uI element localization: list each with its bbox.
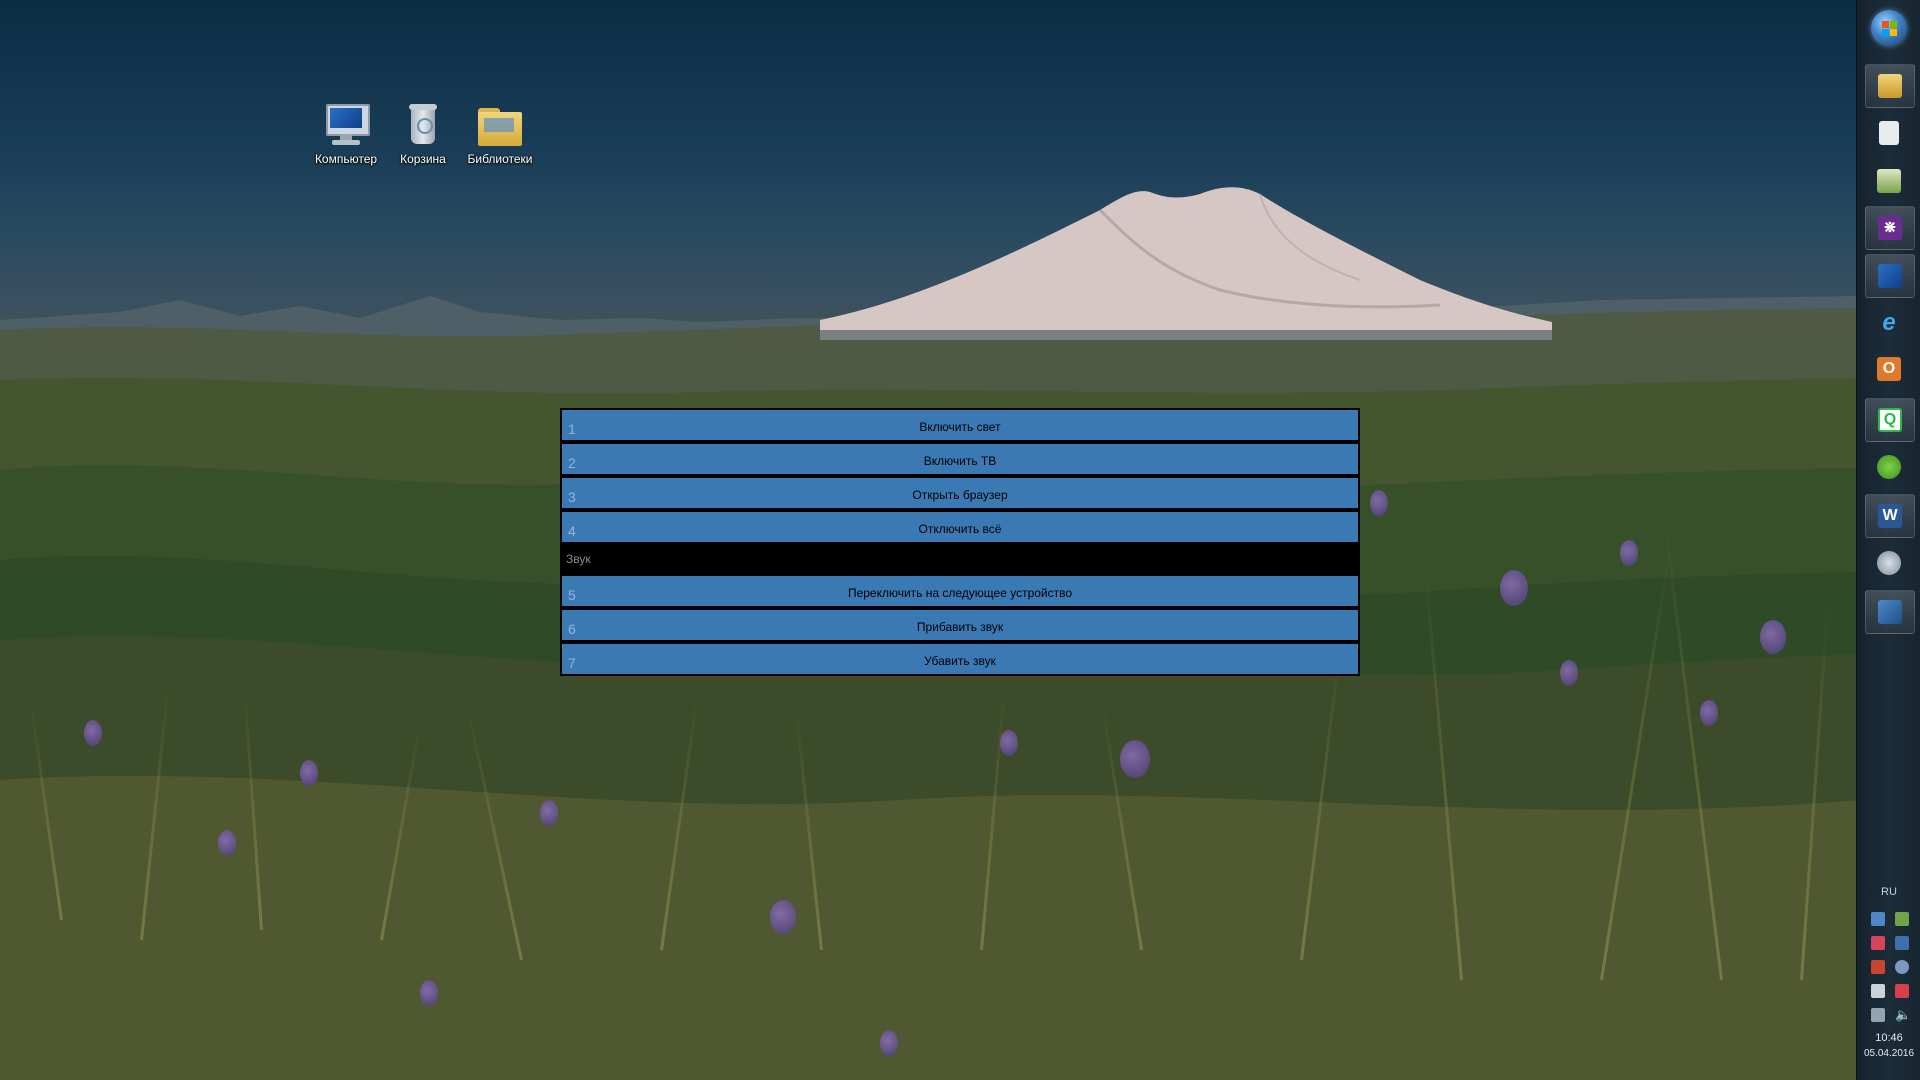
mountain-image <box>820 187 1552 340</box>
menu-item-tv-on[interactable]: 2 Включить ТВ <box>562 444 1358 474</box>
menu-item-number: 7 <box>568 655 576 671</box>
word-icon: W <box>1878 504 1902 528</box>
taskbar-item-qip[interactable]: Q <box>1865 398 1915 442</box>
taskbar-item-word[interactable]: W <box>1865 494 1915 538</box>
menu-item-label: Отключить всё <box>918 522 1002 536</box>
network-tray-icon[interactable] <box>1871 912 1885 926</box>
menu-item-number: 6 <box>568 621 576 637</box>
menu-item-label: Включить ТВ <box>923 454 997 468</box>
windows-start-icon <box>1871 10 1907 46</box>
menu-item-label: Прибавить звук <box>916 620 1004 634</box>
security-tray-icon[interactable] <box>1895 936 1909 950</box>
menu-item-turn-off-all[interactable]: 4 Отключить всё <box>562 512 1358 542</box>
visual-studio-icon: ⋇ <box>1878 216 1902 240</box>
tool-tray-icon[interactable] <box>1871 960 1885 974</box>
menu-item-number: 4 <box>568 523 576 539</box>
outlook-icon: O <box>1877 357 1901 381</box>
remote-desktop-icon <box>1878 264 1902 288</box>
taskbar-item-remote-desktop[interactable] <box>1865 254 1915 298</box>
action-center-flag-icon[interactable] <box>1871 984 1885 998</box>
network-connection-icon[interactable] <box>1871 1008 1885 1022</box>
menu-item-volume-up[interactable]: 6 Прибавить звук <box>562 610 1358 640</box>
clock-time[interactable]: 10:46 <box>1857 1032 1920 1044</box>
taskbar-item-document[interactable] <box>1865 112 1913 154</box>
menu-item-next-audio-device[interactable]: 5 Переключить на следующее устройство <box>562 576 1358 606</box>
volume-icon[interactable]: 🔈 <box>1895 1008 1911 1022</box>
desktop-icon-label: Корзина <box>400 152 446 166</box>
menu-item-volume-down[interactable]: 7 Убавить звук <box>562 644 1358 674</box>
antivirus-tray-icon[interactable] <box>1871 936 1885 950</box>
menu-item-open-browser[interactable]: 3 Открыть браузер <box>562 478 1358 508</box>
taskbar-item-icq[interactable] <box>1865 446 1913 488</box>
file-explorer-icon <box>1878 74 1902 98</box>
clock-date[interactable]: 05.04.2016 <box>1857 1048 1920 1059</box>
taskbar-item-settings[interactable] <box>1865 542 1913 584</box>
qip-messenger-icon: Q <box>1878 408 1902 432</box>
taskbar-item-visual-studio[interactable]: ⋇ <box>1865 206 1915 250</box>
desktop-icon-libraries[interactable]: Библиотеки <box>460 100 540 166</box>
desktop-icon-label: Компьютер <box>314 152 378 166</box>
menu-item-number: 3 <box>568 489 576 505</box>
taskbar-item-internet-explorer[interactable]: e <box>1865 302 1913 344</box>
computer-icon <box>322 100 370 148</box>
blank-document-icon <box>1879 121 1899 145</box>
menu-item-number: 1 <box>568 421 576 437</box>
desktop-icon-recycle-bin[interactable]: Корзина <box>383 100 463 166</box>
menu-item-label: Открыть браузер <box>912 488 1008 502</box>
taskbar-item-network-app[interactable] <box>1865 590 1915 634</box>
menu-item-label: Включить свет <box>919 420 1001 434</box>
taskbar-item-outlook[interactable]: O <box>1865 348 1913 390</box>
menu-item-number: 2 <box>568 455 576 471</box>
settings-disc-icon <box>1877 551 1901 575</box>
resource-monitor-icon <box>1877 169 1901 193</box>
menu-item-lights-on[interactable]: 1 Включить свет <box>562 410 1358 440</box>
taskbar-item-resource-monitor[interactable] <box>1865 160 1913 202</box>
desktop-icon-computer[interactable]: Компьютер <box>306 100 386 166</box>
alert-tray-icon[interactable] <box>1895 984 1909 998</box>
taskbar-item-explorer[interactable] <box>1865 64 1915 108</box>
internet-explorer-icon: e <box>1882 309 1896 336</box>
sound-section-header: Звук <box>562 546 1358 572</box>
start-button[interactable] <box>1857 0 1920 56</box>
network-app-icon <box>1878 600 1902 624</box>
recycle-bin-icon <box>399 100 447 148</box>
icq-icon <box>1877 455 1901 479</box>
menu-item-label: Переключить на следующее устройство <box>847 586 1073 600</box>
desktop-wallpaper: Компьютер Корзина Библиотеки 1 Включить … <box>0 0 1920 1080</box>
desktop-icon-label: Библиотеки <box>467 152 533 166</box>
libraries-folder-icon <box>476 100 524 148</box>
disc-tray-icon[interactable] <box>1895 960 1909 974</box>
update-tray-icon[interactable] <box>1895 912 1909 926</box>
taskbar: ⋇ e O Q W RU 🔈 10:46 05.04.2016 <box>1856 0 1920 1080</box>
command-menu-panel: 1 Включить свет 2 Включить ТВ 3 Открыть … <box>560 408 1360 676</box>
menu-item-number: 5 <box>568 587 576 603</box>
menu-item-label: Убавить звук <box>924 654 996 668</box>
language-indicator[interactable]: RU <box>1857 886 1920 898</box>
